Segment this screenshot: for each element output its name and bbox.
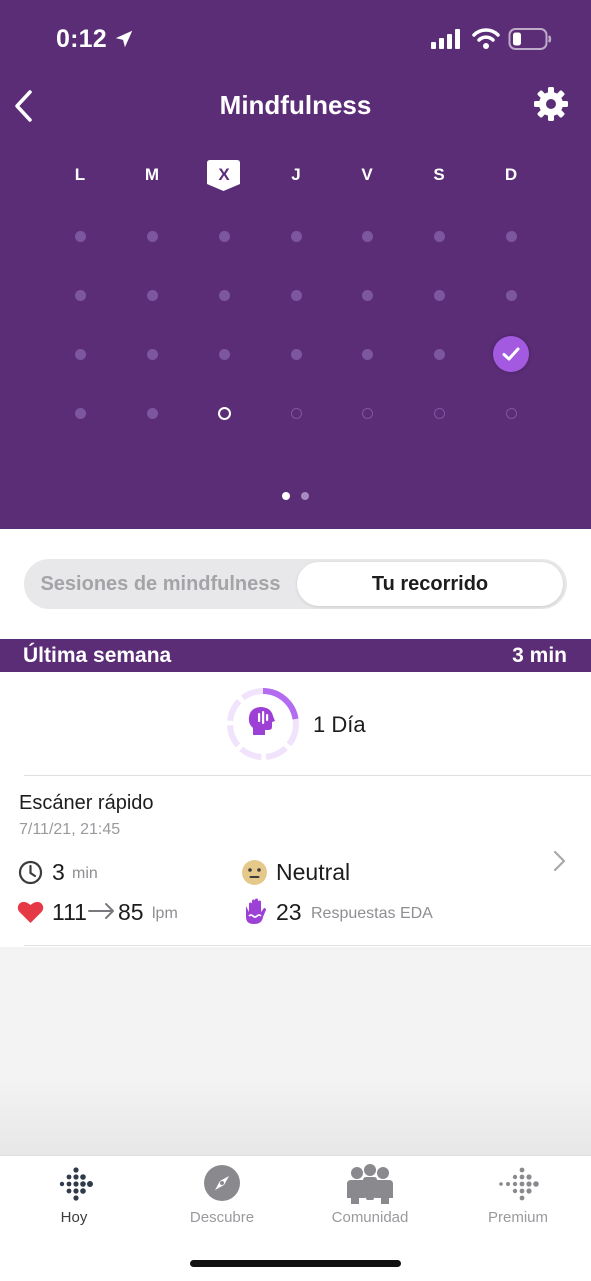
page-title: Mindfulness (219, 90, 372, 120)
heart-rate-start: 111 (52, 899, 87, 925)
segmented-control: Sesiones de mindfulness Tu recorrido (24, 559, 567, 609)
weekday-label-x: X (218, 165, 230, 184)
calendar-day-dot[interactable] (218, 289, 230, 301)
calendar-day-dot[interactable] (146, 289, 158, 301)
fitbit-dots-icon (59, 1167, 93, 1201)
calendar-day-dot[interactable] (290, 230, 302, 242)
calendar-day-dot[interactable] (74, 348, 86, 360)
tab-hoy-label: Hoy (60, 1209, 88, 1226)
calendar-day-dot[interactable] (218, 230, 230, 242)
tab-descubre[interactable]: Descubre (148, 1156, 296, 1236)
calendar-day-dot[interactable] (505, 230, 517, 242)
calendar-day-dot[interactable] (74, 289, 86, 301)
calendar-day-dot[interactable] (74, 407, 86, 419)
divider (24, 945, 591, 946)
calendar-day-dot[interactable] (290, 348, 302, 360)
mindful-head-icon (248, 707, 275, 735)
page-indicator-dot-active (282, 492, 290, 500)
completed-day-badge[interactable] (493, 336, 529, 372)
premium-dots-icon (499, 1167, 539, 1201)
eda-count: 23 (276, 899, 302, 925)
tab-premium[interactable]: Premium (444, 1156, 591, 1236)
cellular-signal-icon (431, 29, 460, 49)
gear-icon[interactable] (533, 86, 569, 122)
calendar-day-dot[interactable] (433, 289, 445, 301)
heart-rate-unit: lpm (152, 905, 178, 922)
duration-value: 3 (52, 859, 65, 885)
status-time: 0:12 (56, 25, 107, 53)
tab-descubre-label: Descubre (189, 1209, 255, 1226)
streak-progress-ring (227, 688, 299, 760)
checkmark-icon (502, 347, 520, 361)
week-summary-total: 3 min (512, 644, 567, 667)
arrow-right-icon (88, 903, 114, 919)
calendar-future-dot[interactable] (290, 407, 302, 419)
home-indicator (190, 1260, 401, 1267)
duration-unit: min (72, 865, 98, 882)
neutral-face-icon (242, 860, 267, 885)
tab-premium-label: Premium (487, 1209, 548, 1226)
heart-rate-end: 85 (118, 899, 144, 925)
tab-comunidad[interactable]: Comunidad (296, 1156, 444, 1236)
chevron-right-icon[interactable] (551, 850, 569, 872)
wifi-icon (472, 28, 500, 49)
streak-days-label: 1 Día (313, 712, 366, 737)
calendar-day-dot[interactable] (290, 289, 302, 301)
status-bar: 0:12 (0, 0, 591, 80)
calendar-future-dot[interactable] (361, 407, 373, 419)
calendar-day-dot[interactable] (361, 348, 373, 360)
eda-label: Respuestas EDA (311, 905, 433, 922)
calendar-today-marker[interactable] (217, 406, 231, 420)
calendar-day-dot[interactable] (505, 289, 517, 301)
calendar-day-dot[interactable] (433, 230, 445, 242)
empty-area (0, 1080, 591, 1155)
week-summary-label: Última semana (23, 644, 172, 667)
community-people-icon (347, 1164, 393, 1204)
eda-hand-icon (246, 898, 266, 924)
divider (24, 775, 591, 776)
weekly-summary-bar: Última semana 3 min (0, 639, 591, 672)
calendar-day-dot[interactable] (146, 407, 158, 419)
calendar-day-dot[interactable] (361, 230, 373, 242)
battery-icon (508, 28, 552, 50)
tab-your-journey[interactable]: Tu recorrido (297, 562, 563, 606)
session-title: Escáner rápido (19, 792, 154, 814)
weekday-label-l: L (74, 165, 86, 184)
calendar-day-dot[interactable] (146, 230, 158, 242)
weekday-label-v: V (361, 165, 373, 184)
session-date: 7/11/21, 21:45 (19, 821, 121, 838)
tab-mindfulness-sessions[interactable]: Sesiones de mindfulness (24, 559, 297, 609)
calendar-day-dot[interactable] (146, 348, 158, 360)
mood-label: Neutral (276, 859, 351, 885)
calendar-day-dot[interactable] (74, 230, 86, 242)
calendar-future-dot[interactable] (505, 407, 517, 419)
tab-hoy[interactable]: Hoy (0, 1156, 148, 1236)
page-indicator-dot (301, 492, 309, 500)
heart-icon (17, 901, 44, 923)
nav-bar: Mindfulness (0, 80, 591, 130)
calendar-future-dot[interactable] (433, 407, 445, 419)
weekday-label-s: S (433, 165, 445, 184)
mindfulness-header: 0:12 Mindfulness L M X J V S D (0, 0, 591, 529)
compass-icon (204, 1165, 240, 1201)
weekday-label-d: D (504, 165, 518, 184)
calendar-day-dot[interactable] (433, 348, 445, 360)
calendar-day-dot[interactable] (361, 289, 373, 301)
calendar-day-dot[interactable] (218, 348, 230, 360)
weekday-label-j: J (291, 165, 301, 184)
tab-comunidad-label: Comunidad (331, 1209, 409, 1226)
location-arrow-icon (115, 30, 133, 48)
weekday-label-m: M (144, 165, 160, 184)
clock-icon (18, 860, 43, 885)
